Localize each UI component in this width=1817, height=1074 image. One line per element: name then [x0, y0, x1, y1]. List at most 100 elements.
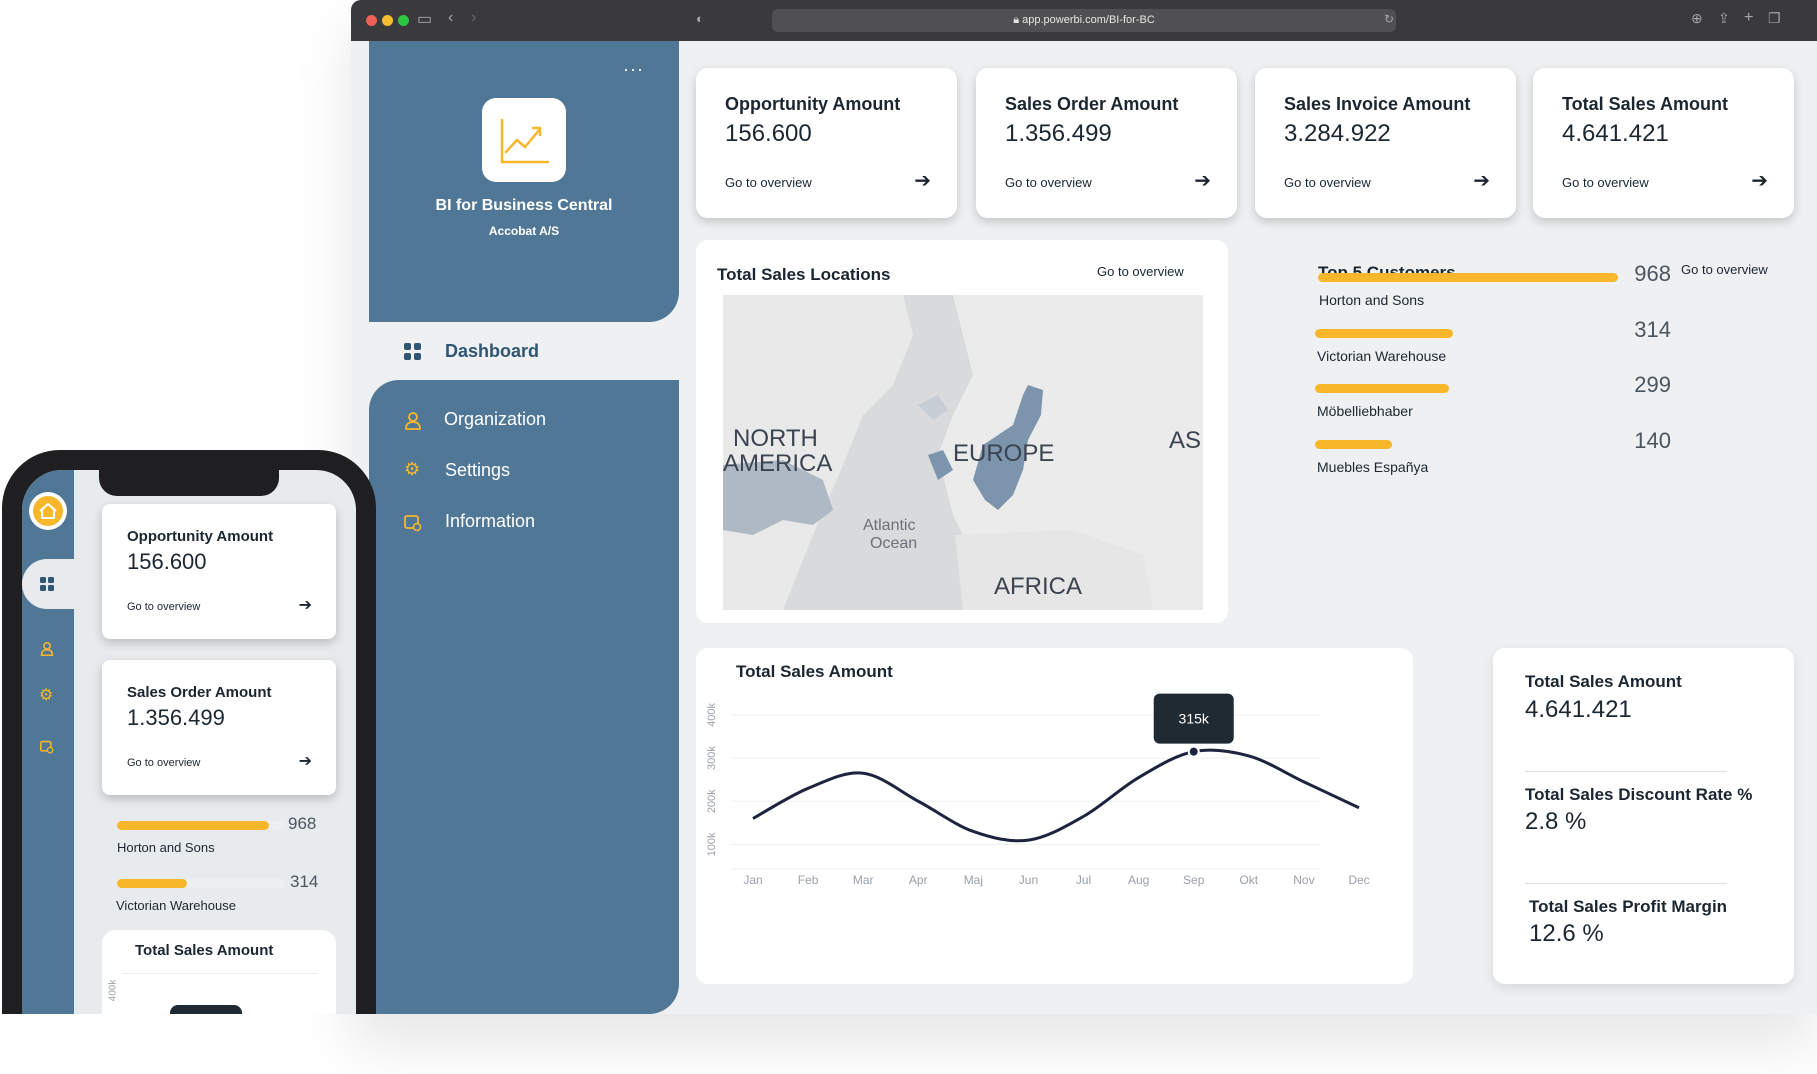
x-tick-label: Feb: [798, 873, 819, 887]
x-tick-label: Okt: [1239, 873, 1258, 887]
customer-name: Victorian Warehouse: [1317, 347, 1447, 364]
phone-kpi-card-sales-order[interactable]: Sales Order Amount 1.356.499 Go to overv…: [102, 660, 336, 795]
go-to-overview-link[interactable]: Go to overview: [127, 757, 200, 769]
privacy-shield-icon[interactable]: ◐: [696, 11, 704, 26]
kpi-card-sales-invoice[interactable]: Sales Invoice Amount 3.284.922 Go to ove…: [1255, 68, 1516, 218]
grid-icon: [404, 343, 421, 360]
sales-stats-card: Total Sales Amount 4.641.421 Total Sales…: [1493, 648, 1794, 984]
kpi-title: Opportunity Amount: [127, 528, 274, 545]
customer-value: 299: [1634, 372, 1671, 397]
kpi-value: 1.356.499: [127, 705, 225, 730]
user-icon[interactable]: [40, 642, 54, 656]
minimize-window-button[interactable]: [382, 15, 393, 26]
sidebar-toggle-icon[interactable]: ▭: [417, 9, 432, 29]
user-icon: [405, 412, 421, 430]
trend-chart-icon: [500, 118, 550, 164]
phone-device: ⚙ Opportunity Amount 156.600 Go to overv…: [2, 450, 376, 1014]
kpi-title: Sales Order Amount: [1005, 94, 1179, 114]
y-tick-label: 200k: [706, 789, 718, 813]
x-tick-label: Nov: [1293, 873, 1314, 887]
sidebar-item-settings[interactable]: ⚙ Settings: [369, 451, 679, 495]
go-to-overview-link[interactable]: Go to overview: [725, 175, 812, 190]
divider: [1525, 883, 1727, 884]
arrow-right-icon[interactable]: ➔: [299, 595, 312, 615]
phone-sidebar: ⚙: [22, 470, 74, 1014]
sales-map[interactable]: NORTH AMERICA EUROPE ASI Atlantic Ocean …: [723, 295, 1203, 610]
customer-bar: [1315, 384, 1449, 393]
go-to-overview-link[interactable]: Go to overview: [1097, 264, 1184, 279]
info-icon[interactable]: [40, 740, 54, 754]
map-label-america: AMERICA: [723, 450, 833, 477]
stat-value: 4.641.421: [1525, 696, 1632, 723]
sidebar-item-label: Dashboard: [445, 341, 540, 361]
arrow-right-icon[interactable]: ➔: [299, 751, 312, 771]
customer-item[interactable]: 299 Möbelliebhaber: [1251, 372, 1811, 434]
total-sales-line-chart[interactable]: 100k 200k 300k 400k Jan Feb Mar Apr Maj Jun Jul Aug…: [696, 648, 1413, 984]
map-label-ocean: Ocean: [870, 535, 918, 552]
tooltip-label: 315k: [1179, 711, 1210, 727]
map-label-north: NORTH: [733, 425, 818, 452]
app-logo: [482, 98, 566, 182]
arrow-right-icon[interactable]: ➔: [1194, 168, 1211, 193]
go-to-overview-link[interactable]: Go to overview: [1284, 175, 1371, 190]
address-bar[interactable]: 🔒︎ app.powerbi.com/BI-for-BC: [772, 9, 1396, 32]
arrow-right-icon[interactable]: ➔: [914, 168, 931, 193]
back-icon[interactable]: ‹: [448, 9, 453, 27]
customer-item[interactable]: 968 Horton and Sons: [1251, 261, 1811, 323]
customer-item[interactable]: 314 Victorian Warehouse: [1251, 317, 1811, 379]
reload-icon[interactable]: ↻: [1384, 12, 1394, 26]
kpi-title: Opportunity Amount: [725, 94, 901, 114]
map-title: Total Sales Locations: [717, 265, 891, 284]
address-bar-url: app.powerbi.com/BI-for-BC: [1022, 14, 1155, 26]
sidebar-item-organization[interactable]: Organization: [369, 400, 679, 444]
stat-value: 12.6 %: [1529, 920, 1604, 947]
x-tick-label: Mar: [853, 873, 874, 887]
gear-icon[interactable]: ⚙: [39, 688, 53, 704]
phone-nav-dashboard[interactable]: [22, 559, 74, 609]
arrow-right-icon[interactable]: ➔: [1751, 168, 1768, 193]
customer-name: Horton and Sons: [117, 840, 215, 855]
sidebar-item-dashboard[interactable]: Dashboard: [369, 323, 689, 380]
customer-value: 140: [1634, 427, 1671, 453]
kpi-card-sales-order[interactable]: Sales Order Amount 1.356.499 Go to overv…: [976, 68, 1237, 218]
kpi-value: 156.600: [725, 120, 812, 147]
forward-icon[interactable]: ›: [471, 9, 476, 27]
customer-bar: [1318, 273, 1618, 282]
chart-tooltip: [170, 1005, 242, 1014]
sidebar-item-label: Settings: [445, 460, 511, 480]
data-point: [1187, 745, 1200, 758]
x-tick-label: Apr: [909, 873, 928, 887]
browser-toolbar: ▭ ‹ › ◐ 🔒︎ app.powerbi.com/BI-for-BC ↻ ⊕…: [351, 0, 1817, 41]
more-options-button[interactable]: ···: [623, 59, 644, 80]
top-customers-panel: Top 5 Customers Go to overview 968Horton…: [1251, 240, 1811, 560]
share-icon[interactable]: ⇪: [1718, 10, 1730, 27]
kpi-card-total-sales[interactable]: Total Sales Amount 4.641.421 Go to overv…: [1533, 68, 1794, 218]
map-label-europe: EUROPE: [953, 440, 1055, 467]
customer-value: 968: [288, 814, 317, 833]
customer-item[interactable]: 140 Muebles Españya: [1251, 428, 1811, 490]
x-tick-label: Aug: [1128, 873, 1149, 887]
go-to-overview-link[interactable]: Go to overview: [1562, 175, 1649, 190]
phone-kpi-card-opportunity[interactable]: Opportunity Amount 156.600 Go to overvie…: [102, 504, 336, 639]
x-tick-label: Sep: [1183, 873, 1205, 887]
go-to-overview-link[interactable]: Go to overview: [1005, 175, 1092, 190]
kpi-card-opportunity[interactable]: Opportunity Amount 156.600 Go to overvie…: [696, 68, 957, 218]
sidebar-item-information[interactable]: Information: [369, 502, 679, 546]
maximize-window-button[interactable]: [398, 15, 409, 26]
close-window-button[interactable]: [366, 15, 377, 26]
new-tab-icon[interactable]: +: [1744, 9, 1753, 27]
stat-title: Total Sales Discount Rate %: [1525, 785, 1753, 804]
download-icon[interactable]: ⊕: [1691, 10, 1703, 27]
x-tick-label: Dec: [1348, 873, 1369, 887]
tab-overview-icon[interactable]: ❐: [1768, 10, 1781, 27]
x-tick-label: Jul: [1076, 873, 1091, 887]
go-to-overview-link[interactable]: Go to overview: [127, 601, 200, 613]
arrow-right-icon[interactable]: ➔: [1473, 168, 1490, 193]
home-button[interactable]: [29, 492, 67, 530]
app-title: BI for Business Central: [435, 197, 613, 214]
sidebar-item-label: Organization: [444, 409, 547, 429]
kpi-title: Sales Invoice Amount: [1284, 94, 1471, 114]
kpi-title: Total Sales Amount: [1562, 94, 1729, 114]
total-sales-chart-card: Total Sales Amount 100k 200k 300k 400k Jan Fe…: [696, 648, 1413, 984]
kpi-value: 4.641.421: [1562, 120, 1669, 147]
